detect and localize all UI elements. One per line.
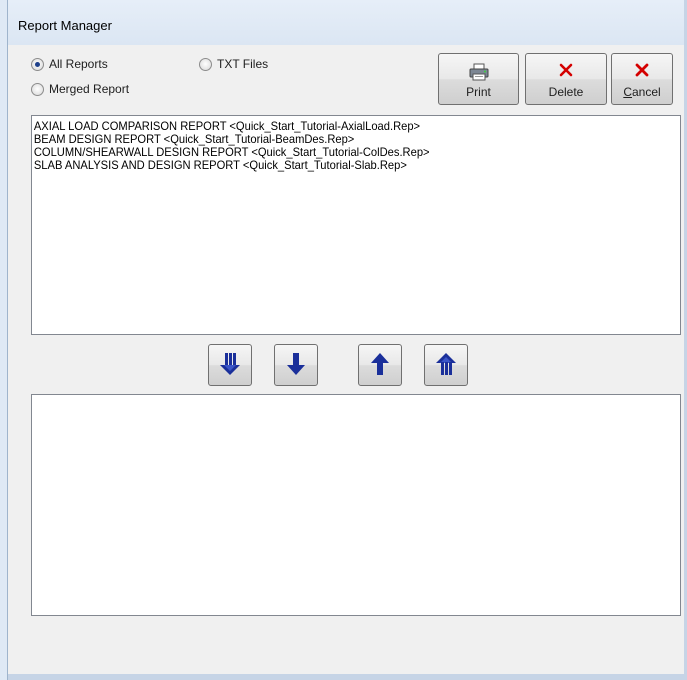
mnemonic-letter: C — [623, 85, 632, 99]
delete-button[interactable]: Delete — [525, 53, 607, 105]
red-x-icon — [559, 63, 573, 80]
move-up-button[interactable] — [358, 344, 402, 386]
red-x-icon — [635, 63, 649, 80]
cancel-button[interactable]: Cancel — [611, 53, 673, 105]
list-item[interactable]: SLAB ANALYSIS AND DESIGN REPORT <Quick_S… — [32, 159, 635, 172]
move-all-up-button[interactable] — [424, 344, 468, 386]
available-reports-list[interactable]: AXIAL LOAD COMPARISON REPORT <Quick_Star… — [31, 115, 681, 335]
arrow-down-icon — [284, 351, 308, 380]
title-bar: Report Manager — [8, 0, 687, 45]
report-manager-window: Report Manager All Reports Merged Report… — [7, 0, 687, 680]
merged-report-label: Merged Report — [49, 82, 130, 96]
window-title: Report Manager — [18, 18, 112, 33]
double-arrow-down-icon — [217, 351, 243, 380]
delete-label: Delete — [548, 85, 584, 99]
txt-files-radio[interactable]: TXT Files — [199, 57, 268, 71]
print-button[interactable]: Print — [438, 53, 519, 105]
cancel-label: Cancel — [623, 85, 661, 99]
radio-unchecked-icon — [31, 82, 44, 96]
radio-checked-icon — [31, 57, 44, 71]
window-bottom-border — [8, 674, 687, 680]
printer-icon — [469, 63, 489, 84]
selected-reports-list[interactable] — [31, 394, 681, 616]
print-label: Print — [466, 85, 491, 99]
all-reports-label: All Reports — [49, 57, 108, 71]
arrow-up-icon — [368, 351, 392, 380]
radio-unchecked-icon — [199, 57, 212, 71]
all-reports-radio[interactable]: All Reports — [31, 57, 108, 71]
move-all-down-button[interactable] — [208, 344, 252, 386]
merged-report-radio[interactable]: Merged Report — [31, 82, 129, 96]
move-down-button[interactable] — [274, 344, 318, 386]
txt-files-label: TXT Files — [217, 57, 269, 71]
double-arrow-up-icon — [433, 351, 459, 380]
